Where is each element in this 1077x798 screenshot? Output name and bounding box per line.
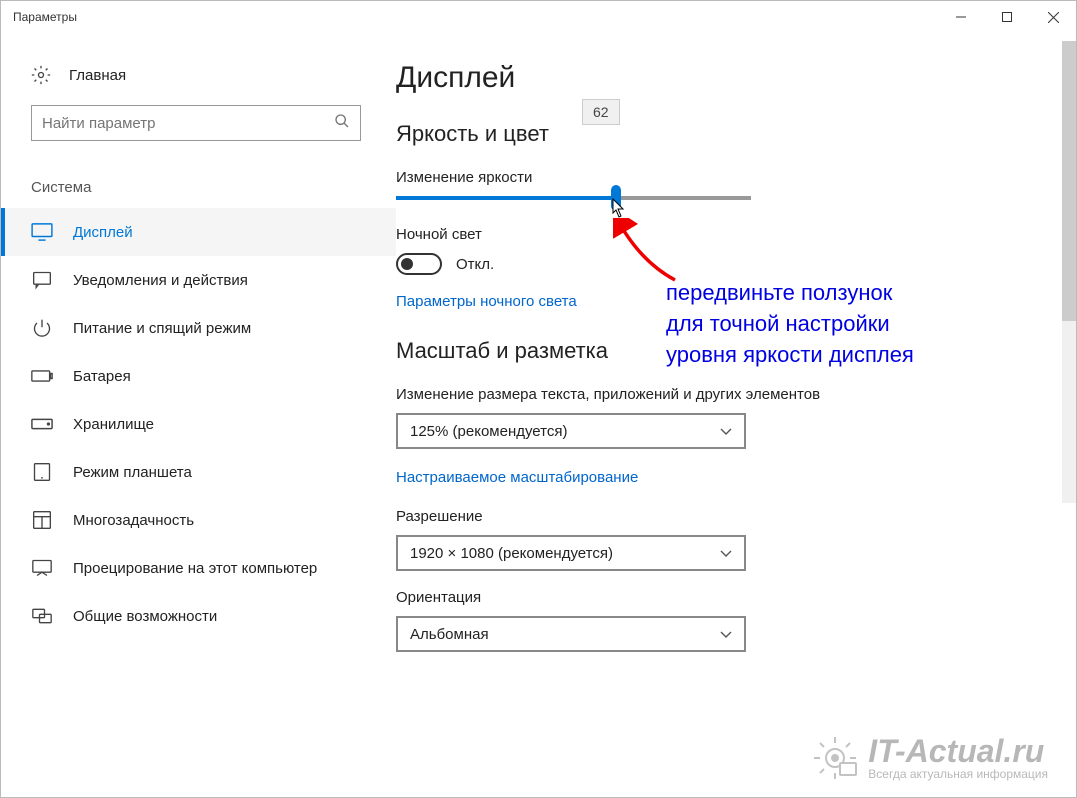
nightlight-state: Откл. xyxy=(456,256,494,273)
tablet-icon xyxy=(31,462,53,482)
notification-icon xyxy=(31,270,53,290)
projecting-icon xyxy=(31,558,53,578)
search-icon xyxy=(334,113,350,134)
custom-scaling-link[interactable]: Настраиваемое масштабирование xyxy=(396,469,638,486)
section-title: Система xyxy=(31,179,366,196)
monitor-icon xyxy=(31,222,53,242)
brightness-slider[interactable] xyxy=(396,196,751,200)
home-button[interactable]: Главная xyxy=(31,65,366,85)
nav-list: Дисплей Уведомления и действия Питание и… xyxy=(1,208,396,640)
battery-icon xyxy=(31,366,53,386)
resolution-value: 1920 × 1080 (рекомендуется) xyxy=(410,545,613,562)
storage-icon xyxy=(31,414,53,434)
orientation-value: Альбомная xyxy=(410,626,489,643)
nav-label: Многозадачность xyxy=(73,512,194,529)
watermark-title: IT-Actual.ru xyxy=(868,735,1048,767)
nav-label: Общие возможности xyxy=(73,608,217,625)
watermark-icon xyxy=(810,733,860,783)
nav-item-display[interactable]: Дисплей xyxy=(1,208,396,256)
chevron-down-icon xyxy=(720,626,732,643)
home-label: Главная xyxy=(69,67,126,84)
watermark: IT-Actual.ru Всегда актуальная информаци… xyxy=(810,733,1048,783)
search-input[interactable] xyxy=(42,115,334,132)
nav-item-tablet[interactable]: Режим планшета xyxy=(1,448,396,496)
shared-icon xyxy=(31,606,53,626)
sidebar: Главная Система Дисплей Уведомления и де… xyxy=(1,33,396,797)
nav-label: Проецирование на этот компьютер xyxy=(73,560,317,577)
nav-item-projecting[interactable]: Проецирование на этот компьютер xyxy=(1,544,396,592)
maximize-button[interactable] xyxy=(984,1,1030,33)
page-title: Дисплей xyxy=(396,61,1056,95)
window-title: Параметры xyxy=(13,10,77,24)
group-brightness-title: Яркость и цвет xyxy=(396,121,1056,147)
nightlight-toggle[interactable] xyxy=(396,253,442,275)
power-icon xyxy=(31,318,53,338)
nav-label: Хранилище xyxy=(73,416,154,433)
nav-item-multitask[interactable]: Многозадачность xyxy=(1,496,396,544)
nav-item-notifications[interactable]: Уведомления и действия xyxy=(1,256,396,304)
scale-label: Изменение размера текста, приложений и д… xyxy=(396,386,1056,403)
nav-item-battery[interactable]: Батарея xyxy=(1,352,396,400)
window-controls xyxy=(938,1,1076,33)
nav-label: Дисплей xyxy=(73,224,133,241)
chevron-down-icon xyxy=(720,545,732,562)
main-content: Дисплей Яркость и цвет 62 Изменение ярко… xyxy=(396,33,1076,797)
nav-item-storage[interactable]: Хранилище xyxy=(1,400,396,448)
minimize-button[interactable] xyxy=(938,1,984,33)
resolution-combo[interactable]: 1920 × 1080 (рекомендуется) xyxy=(396,535,746,571)
orientation-label: Ориентация xyxy=(396,589,1056,606)
nav-label: Батарея xyxy=(73,368,131,385)
nightlight-label: Ночной свет xyxy=(396,226,1056,243)
resolution-label: Разрешение xyxy=(396,508,1056,525)
orientation-combo[interactable]: Альбомная xyxy=(396,616,746,652)
scale-value: 125% (рекомендуется) xyxy=(410,423,567,440)
multitask-icon xyxy=(31,510,53,530)
watermark-subtitle: Всегда актуальная информация xyxy=(868,767,1048,781)
gear-icon xyxy=(31,65,51,85)
close-button[interactable] xyxy=(1030,1,1076,33)
nav-item-power[interactable]: Питание и спящий режим xyxy=(1,304,396,352)
search-input-container[interactable] xyxy=(31,105,361,141)
nightlight-settings-link[interactable]: Параметры ночного света xyxy=(396,293,577,310)
scrollbar-thumb[interactable] xyxy=(1062,41,1076,321)
brightness-tooltip: 62 xyxy=(582,99,620,125)
nav-label: Питание и спящий режим xyxy=(73,320,251,337)
scale-combo[interactable]: 125% (рекомендуется) xyxy=(396,413,746,449)
nav-label: Уведомления и действия xyxy=(73,272,248,289)
chevron-down-icon xyxy=(720,423,732,440)
brightness-label: Изменение яркости xyxy=(396,169,1056,186)
annotation-text: передвиньте ползунок для точной настройк… xyxy=(666,278,914,370)
nav-item-shared[interactable]: Общие возможности xyxy=(1,592,396,640)
titlebar: Параметры xyxy=(1,1,1076,33)
nav-label: Режим планшета xyxy=(73,464,192,481)
